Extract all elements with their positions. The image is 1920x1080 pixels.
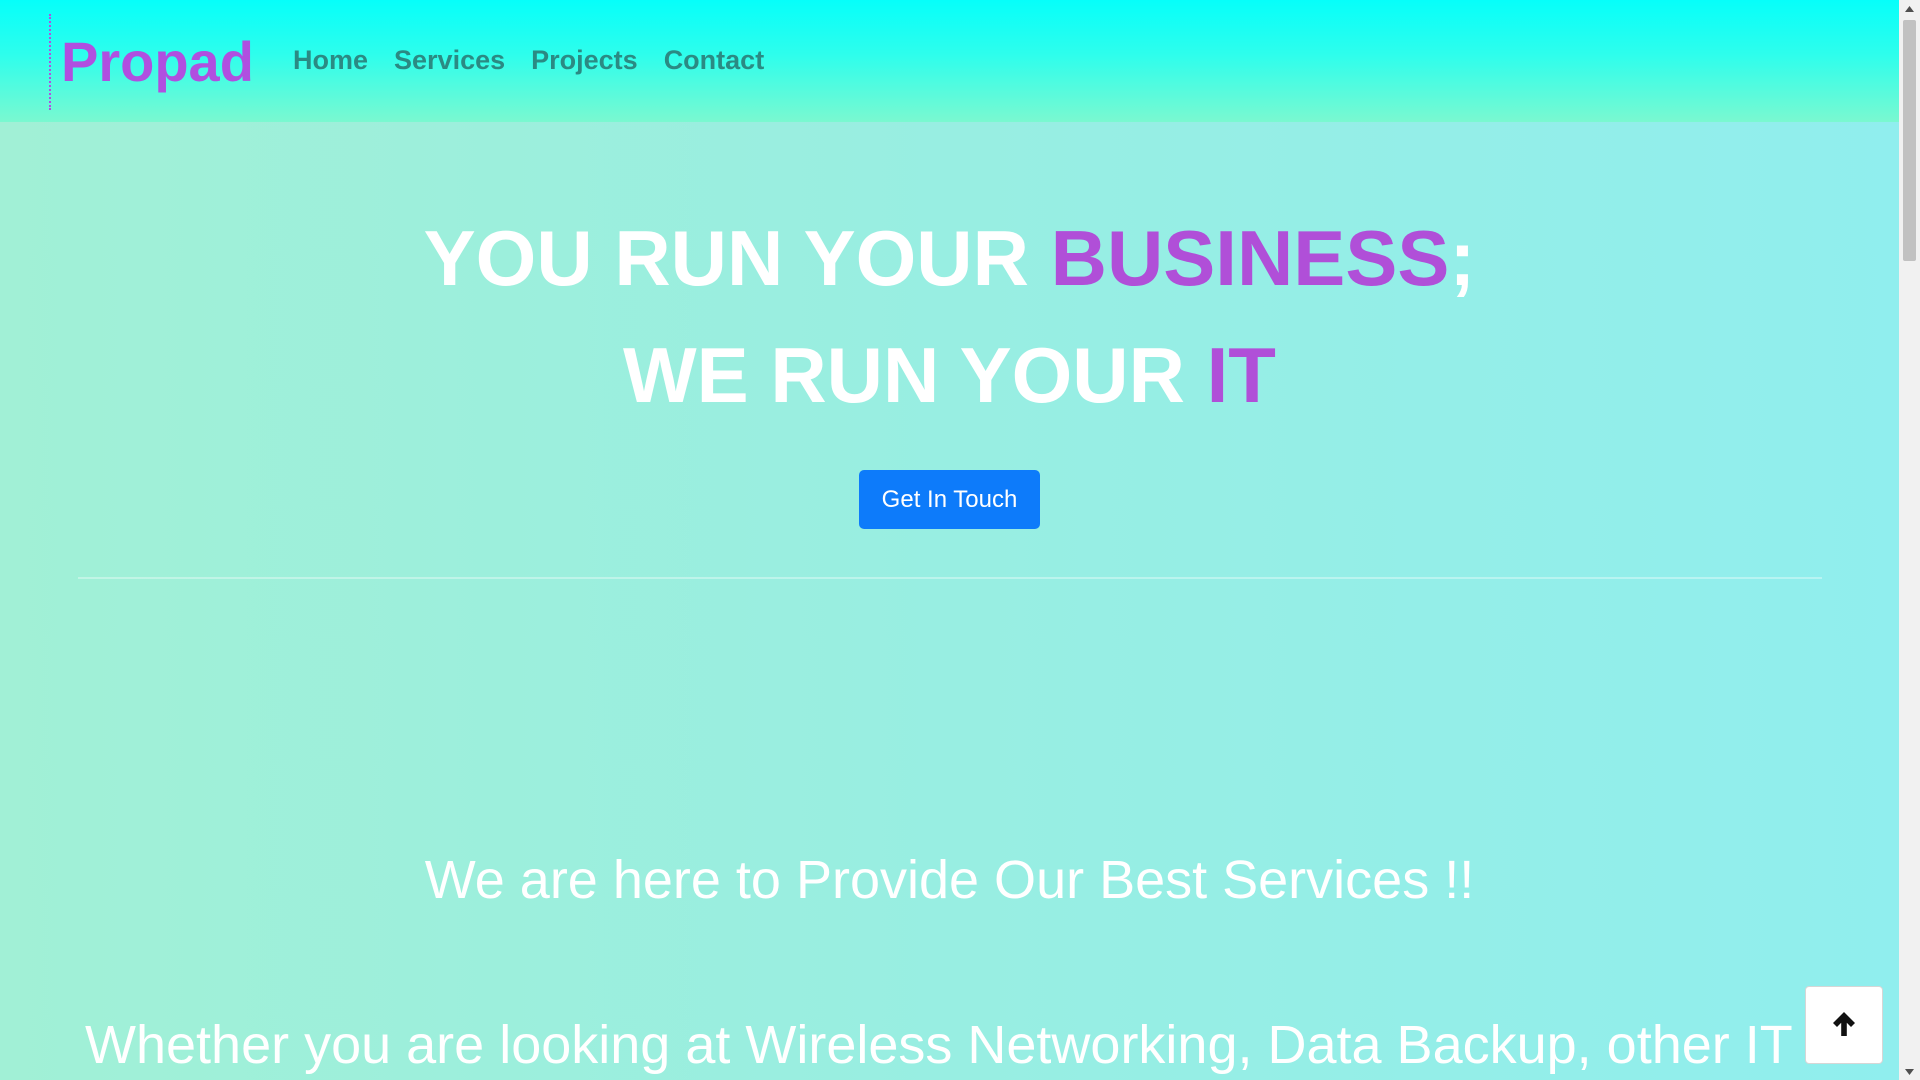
nav-link-services[interactable]: Services (394, 40, 505, 80)
hero-line1-suffix: ; (1449, 214, 1476, 302)
services-lead-text: Whether you are looking at Wireless Netw… (85, 1015, 1793, 1075)
nav-link-projects[interactable]: Projects (531, 40, 638, 80)
page: Propad Home Services Projects Contact YO… (0, 0, 1920, 1080)
hero-line1-accent: BUSINESS (1050, 214, 1450, 302)
vertical-scrollbar[interactable] (1899, 0, 1920, 1080)
scrollbar-thumb[interactable] (1903, 20, 1916, 261)
section-divider (78, 577, 1822, 579)
scroll-up-arrow-icon[interactable] (1899, 0, 1920, 17)
nav-link-home[interactable]: Home (293, 40, 368, 80)
arrow-up-icon (1829, 1009, 1859, 1042)
hero-line2-accent: IT (1206, 331, 1276, 419)
get-in-touch-button[interactable]: Get In Touch (859, 470, 1040, 529)
back-to-top-button[interactable] (1805, 986, 1883, 1064)
nav-menu: Home Services Projects Contact (293, 40, 764, 80)
hero-headline-line1: YOU RUN YOUR BUSINESS; (0, 208, 1899, 308)
brand-logo[interactable]: Propad (49, 14, 254, 110)
nav-link-contact[interactable]: Contact (664, 40, 765, 80)
hero-line1-prefix: YOU RUN YOUR (423, 214, 1051, 302)
navbar: Propad Home Services Projects Contact (0, 0, 1899, 122)
hero-headline-line2: WE RUN YOUR IT (0, 325, 1899, 425)
scroll-down-arrow-icon[interactable] (1899, 1063, 1920, 1080)
hero-line2-prefix: WE RUN YOUR (623, 331, 1207, 419)
services-tagline: We are here to Provide Our Best Services… (424, 850, 1475, 910)
